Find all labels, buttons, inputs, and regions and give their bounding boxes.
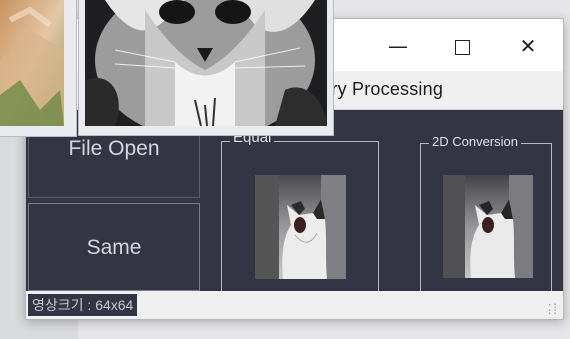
color-cat-image (0, 0, 64, 126)
color-image-window[interactable] (0, 0, 77, 137)
minimize-button[interactable]: — (381, 29, 415, 63)
maximize-button[interactable] (445, 29, 479, 63)
maximize-icon (454, 40, 470, 55)
status-bar: 영상크기 : 64x64 ·::: (26, 291, 563, 319)
close-button[interactable]: ✕ (511, 29, 545, 63)
resize-grip-icon[interactable]: ·::: (547, 302, 559, 317)
same-button[interactable]: Same (28, 203, 200, 291)
image-size-status: 영상크기 : 64x64 (28, 294, 138, 316)
equal-groupbox: Equal (221, 130, 379, 293)
same-label: Same (86, 236, 142, 259)
grayscale-cat-image (85, 0, 327, 126)
equal-image (255, 175, 346, 279)
conversion-image (443, 175, 533, 278)
grayscale-image-window[interactable] (78, 0, 334, 136)
conversion-group-title: 2D Conversion (429, 134, 521, 150)
file-open-label: File Open (68, 137, 160, 160)
menu-item-geometry-processing[interactable]: etry Processing (316, 79, 443, 100)
conversion-groupbox: 2D Conversion (420, 134, 552, 293)
